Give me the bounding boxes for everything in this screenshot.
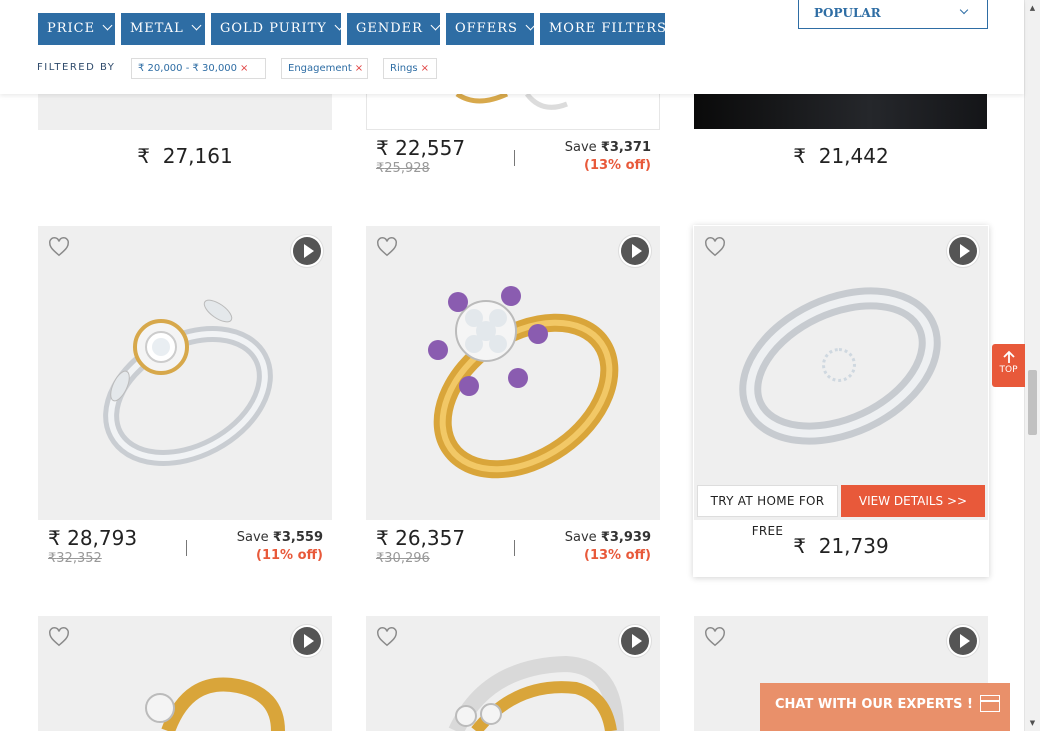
chat-window-icon (980, 695, 1000, 712)
heart-icon[interactable] (48, 626, 70, 648)
filter-bar: PRICE METAL GOLD PURITY GENDER OFFERS MO… (0, 0, 1024, 94)
chevron-down-icon (525, 20, 536, 31)
product-listing-page: ₹ 27,161 ₹ 22,557 ₹25,928 Save ₹3,371 (1… (0, 0, 1040, 731)
arrow-up-icon (1002, 350, 1015, 363)
remove-icon[interactable]: × (421, 63, 429, 74)
filter-offers-button[interactable]: OFFERS (446, 13, 536, 45)
product-price: ₹ 26,357 (376, 526, 466, 550)
play-icon[interactable] (619, 625, 651, 657)
page-scrollbar[interactable]: ▲ ▼ (1024, 0, 1040, 731)
product-price: ₹ 27,161 (137, 144, 233, 168)
product-image[interactable] (694, 94, 987, 129)
discount-percent: (13% off) (584, 158, 651, 173)
top-button-label: TOP (999, 365, 1018, 375)
scroll-to-top-button[interactable]: TOP (992, 344, 1025, 387)
view-details-button[interactable]: VIEW DETAILS >> (841, 485, 985, 517)
filtered-by-label: FILTERED BY (37, 62, 116, 73)
discount-percent: (11% off) (256, 548, 323, 563)
product-price: ₹ 21,739 (793, 534, 889, 558)
filter-gold-purity-button[interactable]: GOLD PURITY (211, 13, 345, 45)
product-image[interactable] (38, 94, 332, 130)
ring-image (103, 299, 273, 466)
play-icon[interactable] (947, 625, 979, 657)
filter-chip-rings[interactable]: Rings × (383, 58, 437, 79)
price-divider (186, 540, 187, 556)
try-at-home-button[interactable]: TRY AT HOME FOR FREE (697, 485, 838, 538)
play-icon[interactable] (291, 235, 323, 267)
chat-label: CHAT WITH OUR EXPERTS ! (775, 697, 973, 712)
product-image[interactable] (366, 94, 660, 130)
ring-image (145, 677, 285, 731)
play-icon[interactable] (291, 625, 323, 657)
remove-icon[interactable]: × (355, 63, 363, 74)
sort-selected-value: POPULAR (814, 6, 881, 20)
price-divider (514, 150, 515, 166)
filter-chip-price[interactable]: ₹ 20,000 - ₹ 30,000 × (131, 58, 266, 79)
save-amount: Save ₹3,371 (564, 140, 651, 155)
save-amount: Save ₹3,559 (236, 530, 323, 545)
original-price: ₹30,296 (376, 551, 430, 566)
original-price: ₹32,352 (48, 551, 102, 566)
heart-icon[interactable] (704, 236, 726, 258)
chevron-down-icon (430, 20, 441, 31)
product-price: ₹ 28,793 (48, 526, 138, 550)
play-icon[interactable] (947, 235, 979, 267)
scroll-thumb[interactable] (1028, 370, 1037, 435)
filter-gender-button[interactable]: GENDER (347, 13, 441, 45)
loading-spinner (822, 348, 856, 382)
chevron-down-icon (959, 5, 969, 15)
filter-chip-engagement[interactable]: Engagement × (281, 58, 368, 79)
save-amount: Save ₹3,939 (564, 530, 651, 545)
ring-image (428, 286, 619, 479)
discount-percent: (13% off) (584, 548, 651, 563)
product-price: ₹ 21,442 (793, 144, 889, 168)
play-icon[interactable] (619, 235, 651, 267)
sort-dropdown[interactable]: POPULAR (798, 0, 988, 29)
chevron-down-icon (191, 20, 202, 31)
ring-image (448, 655, 624, 731)
product-price: ₹ 22,557 (376, 136, 466, 160)
heart-icon[interactable] (376, 236, 398, 258)
original-price: ₹25,928 (376, 161, 430, 176)
product-image[interactable] (366, 616, 660, 731)
price-divider (514, 540, 515, 556)
filter-metal-button[interactable]: METAL (121, 13, 205, 45)
scroll-down-arrow[interactable]: ▼ (1025, 715, 1040, 731)
product-image[interactable] (38, 226, 332, 520)
chevron-down-icon (102, 20, 113, 31)
product-image[interactable] (38, 616, 332, 731)
chevron-down-icon (334, 20, 345, 31)
remove-icon[interactable]: × (240, 63, 248, 74)
scroll-up-arrow[interactable]: ▲ (1025, 0, 1040, 16)
heart-icon[interactable] (704, 626, 726, 648)
heart-icon[interactable] (376, 626, 398, 648)
chat-with-experts-button[interactable]: CHAT WITH OUR EXPERTS ! (760, 683, 1010, 731)
filter-price-button[interactable]: PRICE (38, 13, 115, 45)
heart-icon[interactable] (48, 236, 70, 258)
product-image[interactable] (366, 226, 660, 520)
more-filters-button[interactable]: MORE FILTERS (540, 13, 666, 45)
